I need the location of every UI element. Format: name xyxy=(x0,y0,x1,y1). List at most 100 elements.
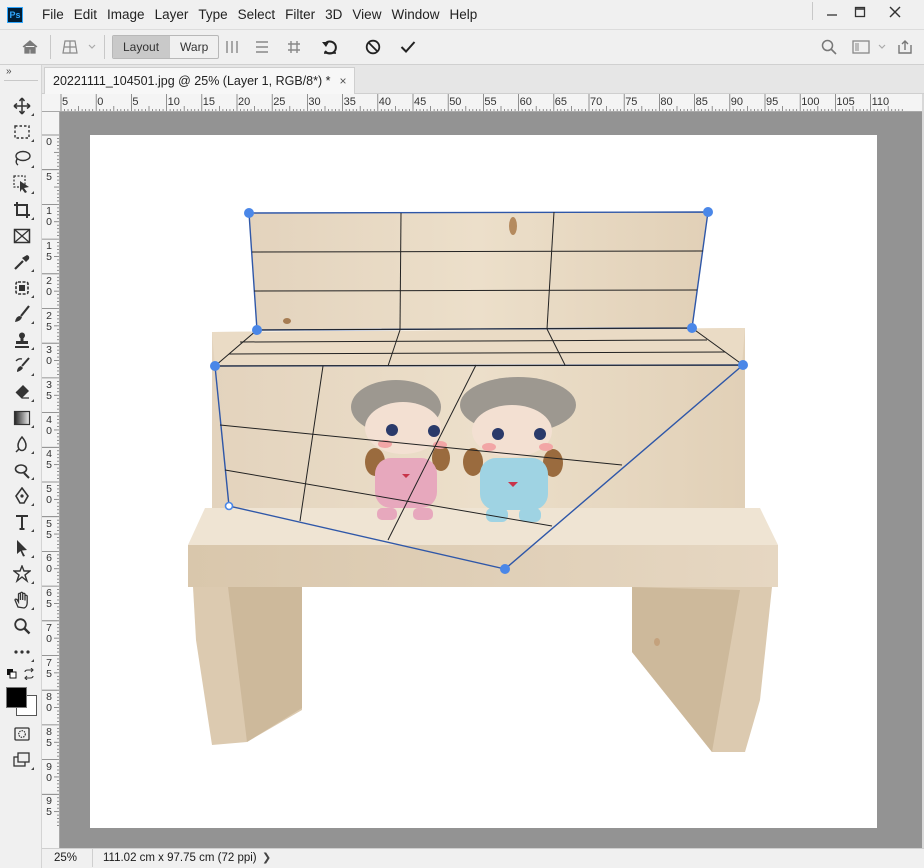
brush-tool-icon[interactable] xyxy=(9,302,35,326)
ruler-tick-label: 15 xyxy=(202,96,216,108)
undo-icon[interactable] xyxy=(318,36,342,58)
ruler-tick-label: 75 xyxy=(46,656,52,680)
auto-straighten-vertical-icon[interactable] xyxy=(222,36,242,58)
home-icon[interactable] xyxy=(18,36,42,58)
ruler-tick-label: 30 xyxy=(46,344,52,368)
custom-shape-tool-icon[interactable] xyxy=(9,562,35,586)
ruler-tick-label: 55 xyxy=(46,517,52,541)
image-content xyxy=(188,207,778,752)
layout-mode-button[interactable]: Layout xyxy=(113,36,170,58)
menu-select[interactable]: Select xyxy=(233,0,281,29)
cancel-icon[interactable] xyxy=(361,36,385,58)
menu-3d[interactable]: 3D xyxy=(320,0,347,29)
quick-mask-icon[interactable] xyxy=(9,722,35,746)
commit-icon[interactable] xyxy=(396,36,420,58)
move-tool-icon[interactable] xyxy=(9,94,35,118)
menu-view[interactable]: View xyxy=(347,0,386,29)
ruler-tick-label: 0 xyxy=(97,96,104,108)
ruler-tick-label: 5 xyxy=(132,96,139,108)
eyedropper-tool-icon[interactable] xyxy=(9,250,35,274)
main-menu: File Edit Image Layer Type Select Filter… xyxy=(37,0,482,29)
mode-toggle: Layout Warp xyxy=(112,35,220,59)
menu-edit[interactable]: Edit xyxy=(69,0,102,29)
wood-knot xyxy=(654,638,660,646)
screen-mode-icon[interactable] xyxy=(9,748,35,772)
pen-tool-icon[interactable] xyxy=(9,484,35,508)
window-controls-divider xyxy=(812,2,813,20)
seat-top xyxy=(188,508,778,545)
ruler-tick-label: 65 xyxy=(46,587,52,611)
type-tool-icon[interactable] xyxy=(9,510,35,534)
menu-window[interactable]: Window xyxy=(386,0,444,29)
auto-level-and-straighten-icon[interactable] xyxy=(284,36,304,58)
menu-image[interactable]: Image xyxy=(102,0,150,29)
ruler-tick-label: 90 xyxy=(46,760,52,784)
close-icon[interactable] xyxy=(880,0,910,24)
ruler-tick-label: 35 xyxy=(46,378,52,402)
eraser-tool-icon[interactable] xyxy=(9,380,35,404)
status-menu-icon[interactable]: ❯ xyxy=(262,849,271,867)
ruler-tick-label: 65 xyxy=(554,96,568,108)
perspective-warp-icon[interactable] xyxy=(60,36,98,58)
box-top-edge xyxy=(212,328,745,366)
workspace-icon[interactable] xyxy=(848,36,888,58)
history-brush-tool-icon[interactable] xyxy=(9,354,35,378)
ruler-tick-label: 5 xyxy=(62,96,69,108)
path-selection-tool-icon[interactable] xyxy=(9,536,35,560)
minimize-icon[interactable] xyxy=(817,0,847,24)
collapse-panel-icon[interactable]: » xyxy=(6,66,12,77)
warp-mode-button[interactable]: Warp xyxy=(170,36,218,58)
maximize-icon[interactable] xyxy=(845,0,875,24)
frame-tool-icon[interactable] xyxy=(9,224,35,248)
hand-tool-icon[interactable] xyxy=(9,588,35,612)
ruler-tick-label: 25 xyxy=(46,309,52,333)
ruler-tick-label: 60 xyxy=(519,96,532,108)
marquee-tool-icon[interactable] xyxy=(9,120,35,144)
menu-filter[interactable]: Filter xyxy=(280,0,320,29)
more-tools-icon[interactable] xyxy=(9,640,35,664)
ruler-tick-label: 30 xyxy=(308,96,321,108)
zoom-level-field[interactable]: 25% xyxy=(45,849,93,867)
ruler-tick-label: 75 xyxy=(625,96,638,108)
photoshop-logo: Ps xyxy=(7,7,23,23)
ruler-tick-label: 55 xyxy=(484,96,497,108)
ruler-tick-label: 20 xyxy=(46,274,52,298)
gradient-tool-icon[interactable] xyxy=(9,406,35,430)
menu-file[interactable]: File xyxy=(37,0,69,29)
ruler-tick-label: 70 xyxy=(590,96,603,108)
document-canvas[interactable] xyxy=(90,135,877,828)
ruler-tick-label: 110 xyxy=(871,96,890,108)
zoom-tool-icon[interactable] xyxy=(9,614,35,638)
ruler-tick-label: 95 xyxy=(46,795,52,819)
ruler-tick-label: 40 xyxy=(378,96,392,108)
swap-colors-icon[interactable] xyxy=(23,667,35,683)
ruler-tick-label: 50 xyxy=(449,96,462,108)
lasso-tool-icon[interactable] xyxy=(9,146,35,170)
dodge-tool-icon[interactable] xyxy=(9,458,35,482)
ruler-tick-label: 20 xyxy=(238,96,251,108)
spot-healing-tool-icon[interactable] xyxy=(9,276,35,300)
tools-divider xyxy=(4,80,38,81)
ruler-tick-label: 95 xyxy=(766,96,779,108)
menu-type[interactable]: Type xyxy=(193,0,232,29)
vertical-ruler[interactable]: 0 5 10 15 20 25 30 35 40 45 50 55 60 65 70 75 80 85 90 95 xyxy=(42,112,60,848)
ruler-tick-label: 60 xyxy=(46,552,52,576)
foreground-color-swatch[interactable] xyxy=(6,687,27,708)
document-tab[interactable]: 20221111_104501.jpg @ 25% (Layer 1, RGB/… xyxy=(44,67,356,94)
default-colors-icon[interactable] xyxy=(6,668,18,683)
options-divider xyxy=(104,35,105,59)
share-icon[interactable] xyxy=(894,36,916,58)
auto-level-horizontal-icon[interactable] xyxy=(252,36,272,58)
menu-layer[interactable]: Layer xyxy=(150,0,194,29)
menu-help[interactable]: Help xyxy=(444,0,482,29)
object-select-tool-icon[interactable] xyxy=(9,172,35,196)
ruler-tick-label: 45 xyxy=(414,96,427,108)
crop-tool-icon[interactable] xyxy=(9,198,35,222)
search-icon[interactable] xyxy=(818,36,840,58)
ruler-tick-label: 15 xyxy=(46,240,52,264)
close-tab-icon[interactable]: × xyxy=(339,74,346,88)
horizontal-ruler[interactable]: 5 0 5 10 15 20 25 30 35 40 45 50 55 60 65 70 75 80 85 90 95 1… xyxy=(42,94,922,112)
blur-tool-icon[interactable] xyxy=(9,432,35,456)
clone-stamp-tool-icon[interactable] xyxy=(9,328,35,352)
wood-knot xyxy=(283,318,291,324)
